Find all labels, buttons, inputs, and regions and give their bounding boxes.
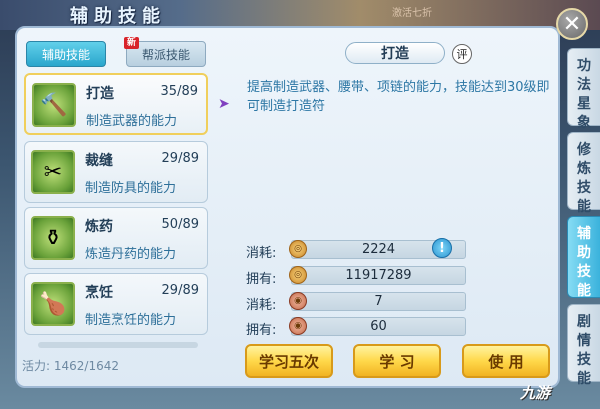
resource-label: 消耗: bbox=[246, 246, 277, 261]
skill-desc: 炼造丹药的能力 bbox=[85, 247, 177, 262]
skill-description: 提高制造武器、腰带、项链的能力，技能达到30级即可制造打造符 bbox=[247, 80, 550, 114]
site-logo: 九游 bbox=[520, 384, 551, 402]
skill-item-forging[interactable]: 🔨 打造 35/89 制造武器的能力 bbox=[24, 73, 208, 135]
close-button[interactable]: ✕ bbox=[556, 8, 588, 40]
close-icon: ✕ bbox=[562, 11, 582, 37]
pointer-cursor-icon: ➤ bbox=[218, 96, 230, 112]
owned-money-row: 拥有: ◎ 11917289 bbox=[246, 266, 466, 287]
use-button[interactable]: 使 用 bbox=[462, 344, 550, 378]
skill-name: 炼药 bbox=[85, 219, 113, 235]
list-scroll-hint[interactable] bbox=[38, 342, 198, 348]
skill-desc: 制造烹饪的能力 bbox=[85, 313, 177, 328]
tab-auxiliary-skills[interactable]: 辅助技能 bbox=[26, 41, 106, 67]
side-tab-cultivation[interactable]: 修炼技能 bbox=[567, 132, 600, 215]
resource-label: 拥有: bbox=[246, 323, 277, 338]
hammer-icon: 🔨 bbox=[32, 83, 76, 127]
side-tab-auxiliary[interactable]: 辅助技能 bbox=[567, 216, 600, 299]
skill-level: 50/89 bbox=[161, 217, 199, 232]
info-icon[interactable]: ! bbox=[432, 238, 452, 258]
skill-name: 打造 bbox=[86, 86, 114, 102]
side-tab-label: 辅助技能 bbox=[577, 226, 591, 299]
cauldron-icon: ⚱ bbox=[31, 216, 75, 260]
skill-name: 裁缝 bbox=[85, 153, 113, 169]
resource-box: ◉ 7 bbox=[289, 292, 466, 311]
detail-title: 打造 bbox=[345, 42, 445, 64]
skill-level: 35/89 bbox=[160, 84, 198, 99]
skill-list: 🔨 打造 35/89 制造武器的能力 ✂ 裁缝 29/89 制造防具的能力 ⚱ … bbox=[20, 70, 210, 346]
scissors-icon: ✂ bbox=[31, 150, 75, 194]
resource-box: ◎ 11917289 bbox=[289, 266, 466, 285]
side-tab-story[interactable]: 剧情技能 bbox=[567, 304, 600, 387]
resource-value: 60 bbox=[370, 319, 387, 334]
cost-seal-row: 消耗: ◉ 7 bbox=[246, 292, 466, 313]
side-tab-label: 剧情技能 bbox=[577, 314, 591, 387]
drumstick-icon: 🍗 bbox=[31, 282, 75, 326]
skill-level: 29/89 bbox=[161, 283, 199, 298]
skill-item-tailoring[interactable]: ✂ 裁缝 29/89 制造防具的能力 bbox=[24, 141, 208, 203]
skill-item-cooking[interactable]: 🍗 烹饪 29/89 制造烹饪的能力 bbox=[24, 273, 208, 335]
learn-five-button[interactable]: 学习五次 bbox=[245, 344, 333, 378]
skill-level: 29/89 bbox=[161, 151, 199, 166]
side-tab-label: 功法星象 bbox=[577, 58, 591, 131]
side-tab-label: 修炼技能 bbox=[577, 142, 591, 215]
promo-watermark: 激活七折 bbox=[392, 8, 432, 19]
resource-box: ◉ 60 bbox=[289, 317, 466, 336]
owned-seal-row: 拥有: ◉ 60 bbox=[246, 317, 466, 338]
resource-value: 7 bbox=[374, 294, 383, 309]
review-button[interactable]: 评 bbox=[452, 44, 472, 64]
skill-desc: 制造防具的能力 bbox=[85, 181, 177, 196]
resource-label: 拥有: bbox=[246, 272, 277, 287]
new-badge: 新 bbox=[124, 37, 140, 49]
vitality-readout: 活力: 1462/1642 bbox=[22, 359, 119, 373]
skill-desc: 制造武器的能力 bbox=[86, 114, 178, 129]
skill-name: 烹饪 bbox=[85, 285, 113, 301]
cost-money-row: 消耗: ◎ 2224 bbox=[246, 240, 466, 261]
learn-button[interactable]: 学 习 bbox=[353, 344, 441, 378]
resource-value: 11917289 bbox=[345, 268, 412, 283]
resource-label: 消耗: bbox=[246, 298, 277, 313]
side-tab-constellation[interactable]: 功法星象 bbox=[567, 48, 600, 131]
skill-item-alchemy[interactable]: ⚱ 炼药 50/89 炼造丹药的能力 bbox=[24, 207, 208, 269]
